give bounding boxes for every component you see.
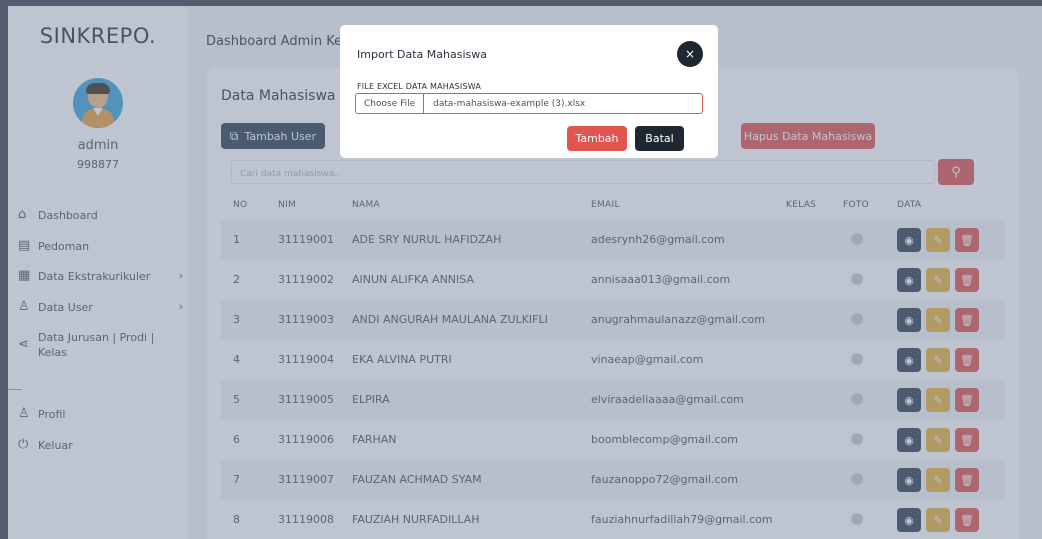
modal-title: Import Data Mahasiswa xyxy=(357,48,487,61)
file-input[interactable]: Choose File data-mahasiswa-example (3).x… xyxy=(355,93,703,114)
import-modal: Import Data Mahasiswa × FILE EXCEL DATA … xyxy=(340,25,718,158)
submit-button[interactable]: Tambah xyxy=(567,126,627,151)
choose-file-button[interactable]: Choose File xyxy=(356,94,425,113)
cancel-button[interactable]: Batal xyxy=(635,126,684,151)
file-field-label: FILE EXCEL DATA MAHASISWA xyxy=(357,82,482,91)
selected-file-name: data-mahasiswa-example (3).xlsx xyxy=(433,98,586,109)
close-button[interactable]: × xyxy=(677,41,703,67)
close-icon: × xyxy=(684,47,696,61)
